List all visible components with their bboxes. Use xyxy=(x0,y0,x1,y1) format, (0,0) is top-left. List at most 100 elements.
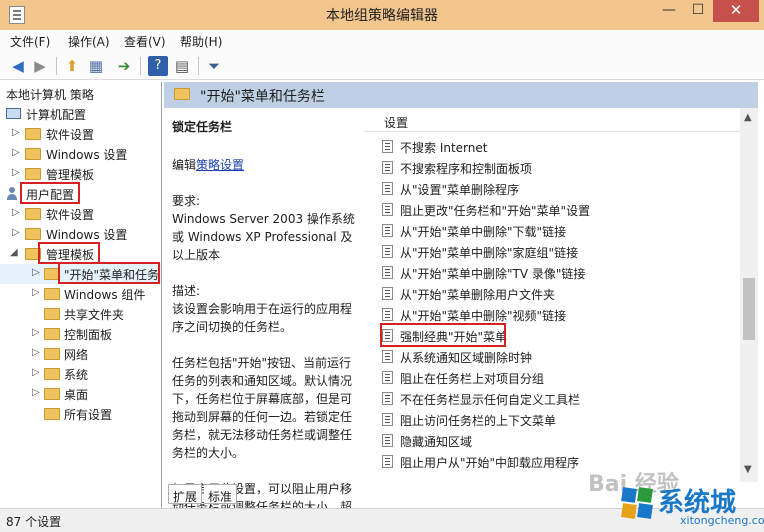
policy-icon xyxy=(382,413,393,426)
description-text: 描述: 该设置会影响用于在运行的应用程序之间切换的任务栏。 xyxy=(172,284,353,334)
description-panel: 锁定任务栏 编辑策略设置 要求: Windows Server 2003 操作系… xyxy=(172,118,356,516)
list-item[interactable]: 从"开始"菜单中删除"TV 录像"链接 xyxy=(378,262,738,283)
folder-icon xyxy=(25,128,41,140)
show-hide-tree-icon[interactable]: ▦ xyxy=(86,56,106,76)
list-item[interactable]: 从"设置"菜单删除程序 xyxy=(378,178,738,199)
toolbar: ◀ ▶ ⬆ ▦ ➔ ? ▤ ⏷ xyxy=(0,52,764,80)
properties-icon[interactable]: ▤ xyxy=(172,56,192,76)
export-list-icon[interactable]: ➔ xyxy=(114,56,134,76)
maximize-button[interactable]: ☐ xyxy=(684,0,712,22)
folder-title: "开始"菜单和任务栏 xyxy=(200,89,325,105)
folder-icon xyxy=(25,208,41,220)
policy-icon xyxy=(382,308,393,321)
policy-icon xyxy=(382,224,393,237)
status-text: 87 个设置 xyxy=(6,515,62,529)
up-folder-icon[interactable]: ⬆ xyxy=(62,56,82,76)
menu-help[interactable]: 帮助(H) xyxy=(180,33,222,50)
highlight-box xyxy=(20,182,80,204)
folder-header: "开始"菜单和任务栏 xyxy=(164,82,758,108)
description-detail: 任务栏包括"开始"按钮、当前运行任务的列表和通知区域。默认情况下，任务栏位于屏幕… xyxy=(172,356,353,460)
list-item[interactable]: 阻止在任务栏上对项目分组 xyxy=(378,367,738,388)
list-item[interactable]: 阻止用户从"开始"中卸载应用程序 xyxy=(378,451,738,472)
expand-arrow-icon[interactable]: ▷ xyxy=(12,167,20,178)
policy-icon xyxy=(382,245,393,258)
collapse-arrow-icon[interactable]: ◢ xyxy=(10,247,18,258)
expand-arrow-icon[interactable]: ▷ xyxy=(12,227,20,238)
tab-extended[interactable]: 扩展 xyxy=(168,484,203,504)
forward-arrow-icon[interactable]: ▶ xyxy=(30,56,50,76)
expand-arrow-icon[interactable]: ▷ xyxy=(12,127,20,138)
highlight-box xyxy=(38,242,100,264)
list-item[interactable]: 从"开始"菜单中删除"视频"链接 xyxy=(378,304,738,325)
folder-icon xyxy=(25,228,41,240)
navigation-tree: 本地计算机 策略 计算机配置 ▷ 软件设置 ▷ Windows 设置 ▷ 管理模… xyxy=(0,82,162,508)
expand-arrow-icon[interactable]: ▷ xyxy=(12,207,20,218)
highlight-box xyxy=(58,262,160,284)
toolbar-separator xyxy=(56,57,57,75)
list-item[interactable]: 从"开始"菜单删除用户文件夹 xyxy=(378,283,738,304)
close-button[interactable]: ✕ xyxy=(713,0,759,22)
list-item[interactable]: 隐藏通知区域 xyxy=(378,430,738,451)
list-item[interactable]: 从"开始"菜单中删除"家庭组"链接 xyxy=(378,241,738,262)
expand-arrow-icon[interactable]: ▷ xyxy=(32,267,40,278)
folder-icon xyxy=(44,308,60,320)
policy-icon xyxy=(382,140,393,153)
menu-action[interactable]: 操作(A) xyxy=(68,33,110,50)
list-item[interactable]: 不搜索程序和控制面板项 xyxy=(378,157,738,178)
menu-bar: 文件(F) 操作(A) 查看(V) 帮助(H) xyxy=(0,30,764,52)
list-item[interactable]: 不在任务栏显示任何自定义工具栏 xyxy=(378,388,738,409)
edit-policy-line: 编辑策略设置 xyxy=(172,158,245,172)
brand-logo-icon xyxy=(621,487,653,519)
folder-icon xyxy=(25,168,41,180)
settings-list: 设置 不搜索 Internet 不搜索程序和控制面板项 从"设置"菜单删除程序 … xyxy=(364,108,758,482)
user-icon xyxy=(6,187,18,201)
policy-icon xyxy=(382,266,393,279)
policy-icon xyxy=(382,182,393,195)
policy-icon xyxy=(382,455,393,468)
filter-icon[interactable]: ⏷ xyxy=(204,56,224,76)
highlight-box xyxy=(380,323,506,347)
back-arrow-icon[interactable]: ◀ xyxy=(8,56,28,76)
policy-icon xyxy=(382,434,393,447)
menu-file[interactable]: 文件(F) xyxy=(10,33,50,50)
expand-arrow-icon[interactable]: ▷ xyxy=(32,387,40,398)
expand-arrow-icon[interactable]: ▷ xyxy=(32,327,40,338)
list-item[interactable]: 从"开始"菜单中删除"下载"链接 xyxy=(378,220,738,241)
list-item[interactable]: 阻止访问任务栏的上下文菜单 xyxy=(378,409,738,430)
tab-standard[interactable]: 标准 xyxy=(204,484,238,504)
help-icon[interactable]: ? xyxy=(148,56,168,76)
policy-icon xyxy=(382,371,393,384)
folder-icon xyxy=(44,348,60,360)
folder-icon xyxy=(25,148,41,160)
toolbar-separator xyxy=(198,57,199,75)
edit-policy-link[interactable]: 策略设置 xyxy=(196,158,244,172)
folder-icon xyxy=(44,408,60,420)
folder-icon xyxy=(44,388,60,400)
expand-arrow-icon[interactable]: ▷ xyxy=(32,287,40,298)
expand-arrow-icon[interactable]: ▷ xyxy=(32,367,40,378)
scroll-down-icon[interactable]: ▼ xyxy=(744,464,752,475)
requirements-text: 要求: Windows Server 2003 操作系统或 Windows XP… xyxy=(172,194,355,262)
folder-icon xyxy=(174,88,190,100)
title-bar: 本地组策略编辑器 — ☐ ✕ xyxy=(0,0,764,30)
scroll-up-icon[interactable]: ▲ xyxy=(744,112,752,123)
folder-icon xyxy=(44,328,60,340)
list-item[interactable]: 不搜索 Internet xyxy=(378,136,738,157)
policy-icon xyxy=(382,392,393,405)
policy-icon xyxy=(382,203,393,216)
column-header-setting[interactable]: 设置 xyxy=(364,108,740,132)
scroll-thumb[interactable] xyxy=(743,278,755,340)
watermark-site: xitongcheng.com xyxy=(680,514,764,527)
menu-view[interactable]: 查看(V) xyxy=(124,33,166,50)
list-item[interactable]: 阻止更改"任务栏和"开始"菜单"设置 xyxy=(378,199,738,220)
policy-icon xyxy=(382,350,393,363)
policy-icon xyxy=(382,287,393,300)
watermark-brand: 系统城 xitongcheng.com xyxy=(620,478,764,530)
expand-arrow-icon[interactable]: ▷ xyxy=(32,347,40,358)
minimize-button[interactable]: — xyxy=(655,0,683,22)
setting-name: 锁定任务栏 xyxy=(172,120,233,134)
folder-icon xyxy=(44,288,60,300)
expand-arrow-icon[interactable]: ▷ xyxy=(12,147,20,158)
list-item[interactable]: 从系统通知区域删除时钟 xyxy=(378,346,738,367)
vertical-scrollbar[interactable]: ▲ ▼ xyxy=(740,108,758,482)
